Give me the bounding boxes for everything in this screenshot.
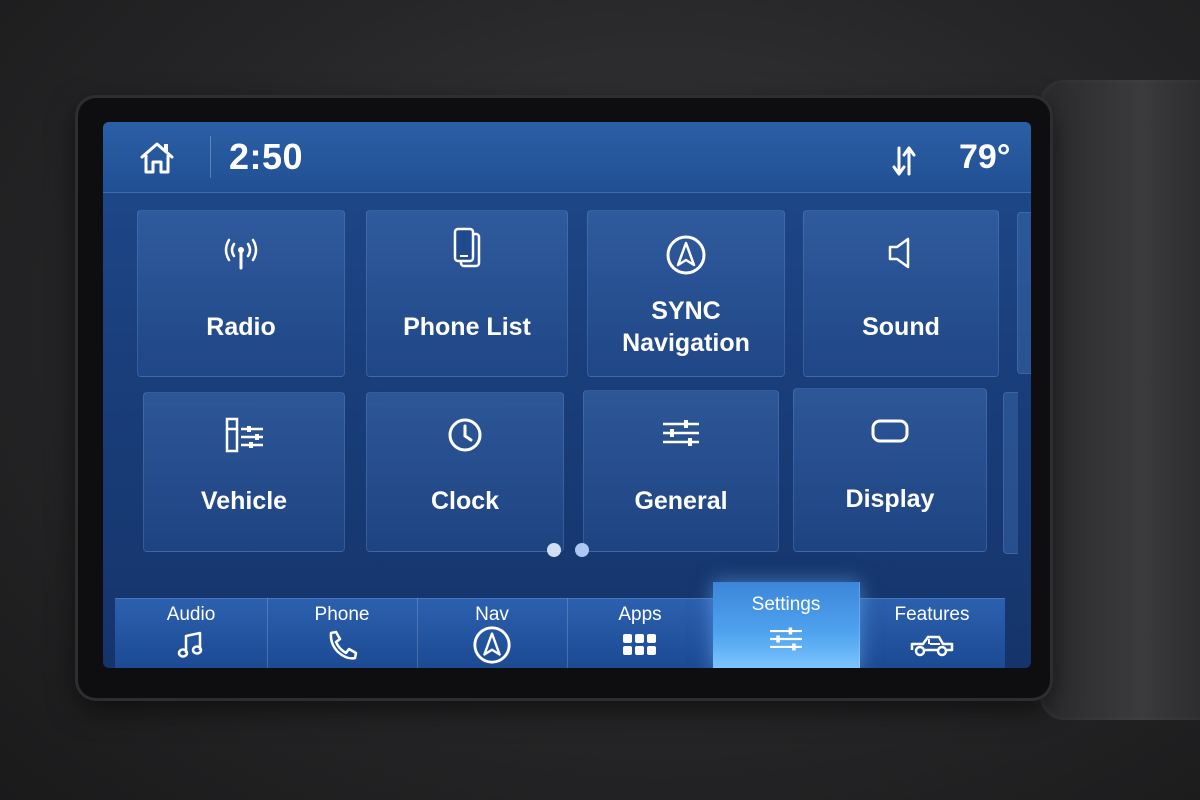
speaker-icon <box>888 237 910 269</box>
tile-display-label: Display <box>845 485 935 513</box>
nav-settings-label: Settings <box>751 594 821 615</box>
tile-sound[interactable]: Sound <box>803 210 999 377</box>
tile-sync-navigation[interactable]: SYNC Navigation <box>587 210 785 377</box>
music-note-icon <box>177 631 203 658</box>
navigation-arrow-icon <box>666 235 706 275</box>
apps-grid-icon <box>623 634 656 655</box>
tile-vehicle[interactable]: Vehicle <box>143 392 345 552</box>
tile-radio-label: Radio <box>206 313 276 341</box>
tile-clock-label: Clock <box>430 487 500 515</box>
tile-display[interactable]: Display <box>793 388 987 552</box>
tile-sync-label-line1: SYNC <box>651 297 721 325</box>
outside-temperature: 79° <box>959 138 1011 176</box>
next-page-tile-peek <box>1017 212 1031 374</box>
nav-audio-label: Audio <box>166 604 216 625</box>
tile-clock[interactable]: Clock <box>366 392 564 552</box>
home-button[interactable] <box>137 138 177 178</box>
tile-sound-label: Sound <box>862 313 940 341</box>
sliders-icon <box>770 627 802 651</box>
nav-phone-label: Phone <box>314 604 370 625</box>
page-indicator <box>547 543 589 557</box>
display-icon <box>871 419 909 443</box>
phone-handset-icon <box>329 630 358 660</box>
nav-apps-label: Apps <box>618 604 662 625</box>
nav-audio[interactable]: Audio <box>115 598 268 668</box>
bottom-nav: Audio Phone Nav Apps Settings Features <box>115 582 1005 668</box>
tile-radio[interactable]: Radio <box>137 210 345 377</box>
clock-time: 2:50 <box>229 136 304 177</box>
sliders-icon <box>663 420 699 446</box>
nav-settings[interactable]: Settings <box>713 582 860 668</box>
tile-general[interactable]: General <box>583 390 779 552</box>
nav-nav[interactable]: Nav <box>417 598 568 668</box>
clock-icon <box>448 418 482 452</box>
nav-apps[interactable]: Apps <box>567 598 714 668</box>
nav-phone[interactable]: Phone <box>267 598 418 668</box>
tile-vehicle-label: Vehicle <box>200 487 288 515</box>
data-transfer-icon <box>892 146 916 176</box>
tile-phone-list[interactable]: Phone List <box>366 210 568 377</box>
status-bar: 2:50 79° <box>103 122 1031 193</box>
nav-nav-label: Nav <box>475 604 509 625</box>
dashboard-trim <box>1040 80 1200 720</box>
tile-sync-label-line2: Navigation <box>622 329 750 357</box>
radio-antenna-icon <box>224 238 258 270</box>
home-icon <box>140 142 174 174</box>
nav-features-label: Features <box>894 604 970 625</box>
phones-icon <box>453 227 481 268</box>
truck-icon <box>910 635 954 657</box>
next-page-tile-peek <box>1003 392 1018 554</box>
page-dot-1[interactable] <box>547 543 561 557</box>
tile-general-label: General <box>634 487 728 515</box>
navigation-arrow-icon <box>473 626 511 664</box>
page-dot-2[interactable] <box>575 543 589 557</box>
status-divider <box>210 136 211 178</box>
infotainment-screen: 2:50 79° Radio Phone List SYNC Navigatio… <box>103 122 1031 668</box>
vehicle-settings-icon <box>225 417 263 453</box>
tile-phone-list-label: Phone List <box>403 313 531 341</box>
nav-features[interactable]: Features <box>859 598 1005 668</box>
